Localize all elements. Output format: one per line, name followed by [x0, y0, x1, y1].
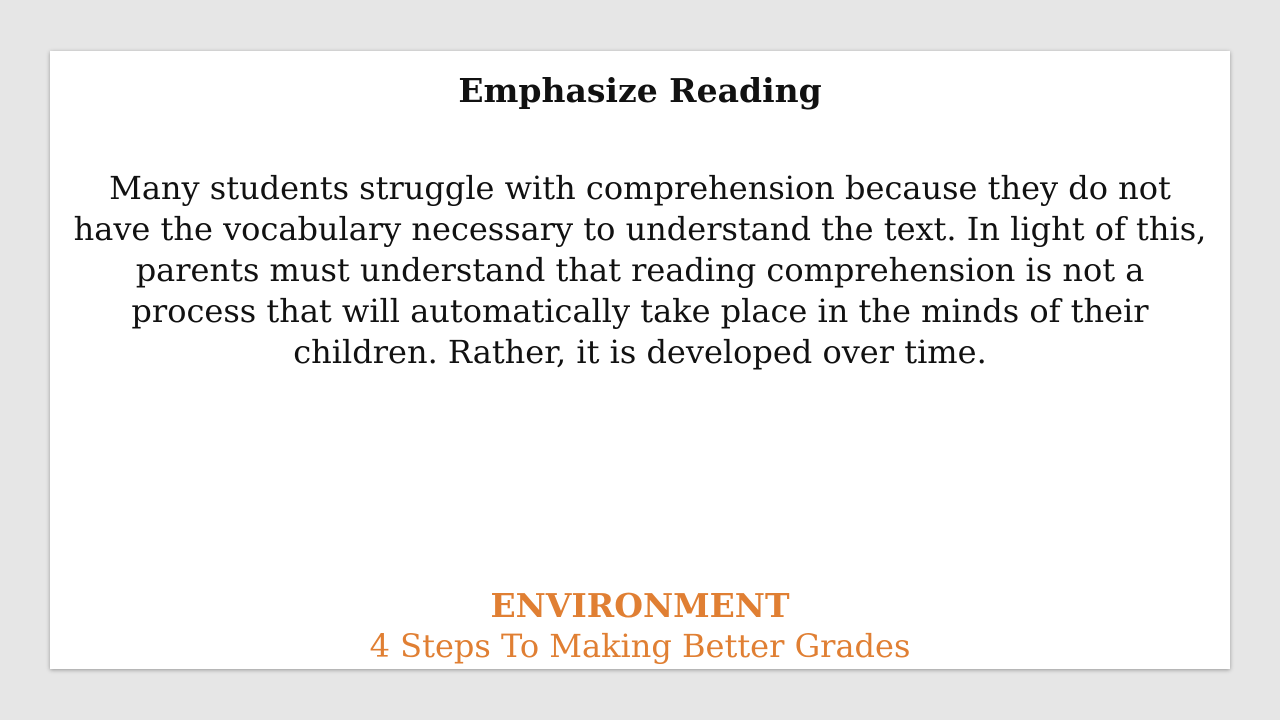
- slide-footer: ENVIRONMENT 4 Steps To Making Better Gra…: [50, 586, 1230, 666]
- slide-title: Emphasize Reading: [458, 71, 822, 110]
- footer-heading: ENVIRONMENT: [490, 586, 790, 625]
- slide: Emphasize Reading Many students struggle…: [50, 51, 1230, 669]
- slide-body-text: Many students struggle with comprehensio…: [73, 169, 1207, 371]
- presentation-stage: Emphasize Reading Many students struggle…: [0, 0, 1280, 720]
- footer-subheading: 4 Steps To Making Better Grades: [369, 627, 911, 665]
